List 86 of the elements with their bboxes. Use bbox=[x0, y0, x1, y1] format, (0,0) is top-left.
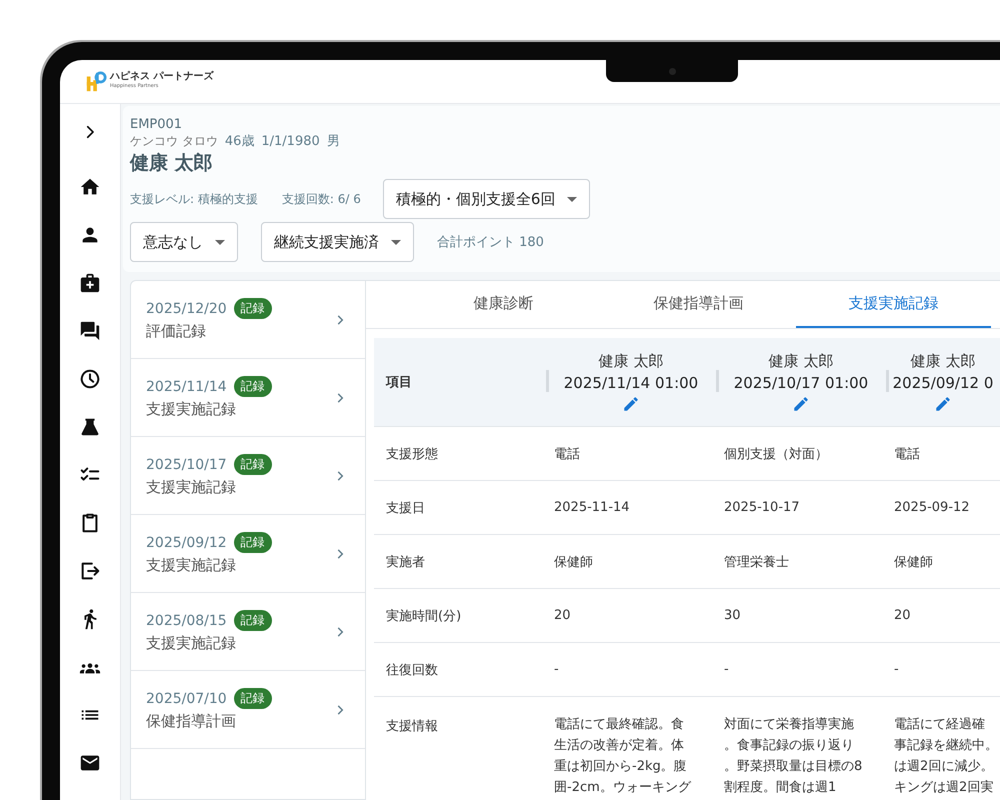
logo-icon bbox=[85, 70, 107, 92]
record-item[interactable]: 2025/12/20 記録 評価記録 bbox=[131, 281, 365, 359]
row-label: 実施時間(分) bbox=[374, 589, 546, 643]
record-badge: 記録 bbox=[234, 610, 272, 631]
cell-text-line: キングは週2回実 bbox=[894, 779, 994, 797]
column-datetime: 2025/11/14 01:00 bbox=[564, 374, 698, 392]
table-cell: - bbox=[886, 643, 1000, 697]
support-count: 支援回数: 6/ 6 bbox=[282, 190, 361, 208]
table-cell: 保健師 bbox=[546, 535, 716, 589]
chat-icon[interactable] bbox=[79, 320, 101, 342]
column-name: 健康 太郎 bbox=[768, 352, 834, 370]
total-points: 合計ポイント 180 bbox=[437, 234, 544, 251]
record-title: 支援実施記録 bbox=[146, 634, 236, 653]
record-title: 保健指導計画 bbox=[146, 712, 236, 731]
record-item[interactable]: 2025/11/14 記録 支援実施記録 bbox=[131, 359, 365, 437]
record-date: 2025/08/15 bbox=[146, 612, 227, 628]
caret-icon bbox=[391, 240, 401, 244]
record-item[interactable]: 2025/09/12 記録 支援実施記録 bbox=[131, 515, 365, 593]
record-date: 2025/11/14 bbox=[146, 378, 227, 394]
record-badge: 記録 bbox=[234, 376, 272, 397]
table-cell: 2025-10-17 bbox=[716, 481, 886, 535]
record-badge: 記録 bbox=[234, 532, 272, 553]
record-badge: 記録 bbox=[234, 454, 272, 475]
record-item[interactable]: 2025/08/15 記録 支援実施記録 bbox=[131, 593, 365, 671]
edit-icon[interactable] bbox=[622, 394, 640, 412]
row-label: 支援情報 bbox=[385, 718, 439, 736]
flask-icon[interactable] bbox=[79, 416, 101, 438]
table-header-cell: 項目 bbox=[374, 338, 546, 427]
record-date: 2025/10/17 bbox=[146, 456, 227, 472]
table-cell: 30 bbox=[716, 589, 886, 643]
status-select[interactable]: 意志なし bbox=[130, 222, 238, 262]
logo-title: ハピネス パートナーズ bbox=[110, 70, 214, 82]
row-label: 実施者 bbox=[374, 535, 546, 589]
medical-bag-icon[interactable] bbox=[79, 272, 101, 294]
record-item[interactable]: 2025/07/10 記録 保健指導計画 bbox=[131, 671, 365, 749]
record-badge: 記録 bbox=[234, 688, 272, 709]
record-title: 評価記録 bbox=[146, 322, 206, 341]
record-title: 支援実施記録 bbox=[146, 400, 236, 419]
caret-icon bbox=[567, 196, 578, 202]
employee-id: EMP001 bbox=[130, 117, 182, 133]
record-title: 支援実施記録 bbox=[146, 556, 236, 575]
record-item[interactable]: 2025/10/17 記録 支援実施記録 bbox=[131, 437, 365, 515]
record-date: 2025/12/20 bbox=[146, 300, 227, 316]
column-datetime: 2025/10/17 01:00 bbox=[734, 374, 868, 392]
caret-icon bbox=[215, 240, 225, 244]
status-select[interactable]: 継続支援実施済 bbox=[261, 222, 414, 262]
tab[interactable]: 保健指導計画 bbox=[601, 281, 796, 328]
table-cell: 管理栄養士 bbox=[716, 535, 886, 589]
table-cell: - bbox=[716, 643, 886, 697]
table-cell: 2025-11-14 bbox=[546, 481, 716, 535]
exit-icon[interactable] bbox=[79, 560, 101, 582]
birthdate: 1/1/1980 bbox=[261, 134, 320, 150]
cell-text-line: は週2回に減少。 bbox=[894, 758, 994, 776]
table-cell: - bbox=[546, 643, 716, 697]
column-name: 健康 太郎 bbox=[598, 352, 664, 370]
tab[interactable]: 健康診断 bbox=[406, 281, 601, 328]
patient-name: 健康 太郎 bbox=[130, 151, 213, 176]
record-date: 2025/07/10 bbox=[146, 690, 227, 706]
sex: 男 bbox=[326, 134, 340, 150]
cell-text-line: 事記録を継続中。 bbox=[894, 737, 998, 755]
column-datetime: 2025/09/12 0 bbox=[892, 374, 994, 392]
age: 46歳 bbox=[224, 134, 254, 150]
cell-text-line: 電話にて経過確 bbox=[894, 716, 985, 734]
support-level: 支援レベル: 積極的支援 bbox=[130, 190, 258, 208]
record-date: 2025/09/12 bbox=[146, 534, 227, 550]
row-label: 往復回数 bbox=[374, 643, 546, 697]
name-kana: ケンコウ タロウ bbox=[130, 133, 218, 149]
table-cell-text: 対面にて栄養指導実施。食事記録の振り返り。野菜摂取量は目標の8割程度。間食は週1 bbox=[723, 716, 864, 797]
column-name: 健康 太郎 bbox=[910, 352, 976, 370]
record-badge: 記録 bbox=[234, 298, 272, 319]
row-label: 支援形態 bbox=[374, 427, 546, 481]
plan-select[interactable]: 積極的・個別支援全6回 bbox=[382, 179, 590, 219]
edit-icon[interactable] bbox=[792, 394, 810, 412]
table-cell: 20 bbox=[886, 589, 1000, 643]
table-cell: 2025-09-12 bbox=[886, 481, 1000, 535]
edit-icon[interactable] bbox=[934, 394, 952, 412]
table-cell: 電話 bbox=[886, 427, 1000, 481]
row-label: 支援日 bbox=[374, 481, 546, 535]
tab[interactable]: 支援実施記録 bbox=[796, 281, 991, 328]
table-cell: 個別支援（対面） bbox=[716, 427, 886, 481]
table-cell-text: 電話にて最終確認。食生活の改善が定着。体重は初回から-2kg。腹囲-2cm。ウォーキング bbox=[553, 716, 692, 797]
record-title: 支援実施記録 bbox=[146, 478, 236, 497]
table-cell: 電話 bbox=[546, 427, 716, 481]
table-cell: 20 bbox=[546, 589, 716, 643]
clock-icon[interactable] bbox=[79, 368, 101, 390]
table-cell: 保健師 bbox=[886, 535, 1000, 589]
